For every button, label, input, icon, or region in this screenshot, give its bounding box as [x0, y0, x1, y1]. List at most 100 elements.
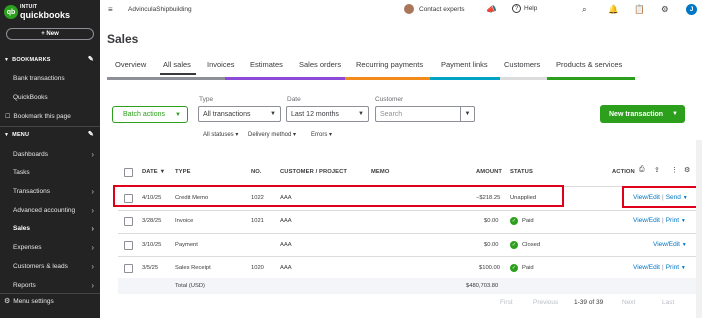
pencil-icon[interactable]: ✎ — [88, 130, 94, 138]
view-edit-link[interactable]: View/Edit — [633, 264, 660, 271]
status-label: Closed — [522, 242, 541, 248]
user-avatar[interactable]: J — [686, 4, 697, 15]
menu-settings-button[interactable]: ⚙ Menu settings — [4, 297, 54, 306]
type-select[interactable]: All transactions ▼ — [198, 106, 281, 122]
all-statuses-filter[interactable]: All statuses ▾ — [203, 131, 238, 138]
help-button[interactable]: ? Help — [512, 4, 537, 13]
column-header-type[interactable]: TYPE — [175, 169, 191, 175]
sidebar-item-customers-leads[interactable]: Customers & leads › — [0, 259, 100, 273]
notifications-icon[interactable]: 🔔 — [608, 4, 619, 15]
tab-recurring-payments[interactable]: Recurring payments — [356, 60, 423, 69]
export-icon[interactable]: ⇪ — [654, 166, 660, 174]
tab-payment-links[interactable]: Payment links — [441, 60, 488, 69]
new-transaction-button[interactable]: New transaction ▼ — [600, 105, 685, 123]
tab-color-bar — [500, 77, 547, 80]
chevron-down-icon[interactable]: ▼ — [681, 218, 686, 224]
bookmark-item[interactable]: Bank transactions — [0, 71, 100, 85]
quickbooks-logo[interactable]: qb INTUIT quickbooks — [4, 4, 70, 20]
sidebar-item-label: Advanced accounting — [13, 206, 76, 214]
row-actions: View/Edit | Print ▼ — [633, 217, 686, 224]
sidebar-item-sales[interactable]: Sales › — [0, 221, 100, 235]
chevron-down-icon[interactable]: ▼ — [681, 265, 686, 271]
row-customer: AAA — [280, 218, 292, 224]
row-status: ✓ Paid — [510, 217, 534, 225]
sidebar-item-dashboards[interactable]: Dashboards › — [0, 147, 100, 161]
batch-actions-button[interactable]: Batch actions ▼ — [112, 106, 188, 123]
chevron-down-icon[interactable]: ▼ — [460, 107, 474, 121]
errors-filter[interactable]: Errors ▾ — [311, 131, 332, 138]
date-select[interactable]: Last 12 months ▼ — [286, 106, 369, 122]
select-all-checkbox[interactable] — [124, 168, 133, 177]
scrollbar[interactable] — [696, 140, 702, 318]
pager-range: 1-39 of 39 — [574, 299, 604, 306]
sidebar-item-advanced-accounting[interactable]: Advanced accounting › — [0, 203, 100, 217]
tab-sales-orders[interactable]: Sales orders — [299, 60, 341, 69]
search-icon[interactable]: ⌕ — [582, 4, 587, 15]
tab-all-sales[interactable]: All sales — [163, 60, 191, 69]
gear-icon: ⚙ — [4, 298, 11, 305]
page-title: Sales — [107, 32, 139, 46]
sidebar-item-reports[interactable]: Reports › — [0, 278, 100, 292]
column-header-status[interactable]: STATUS — [510, 169, 533, 175]
top-bar: ≡ AdvinculaShipbuilding Contact experts … — [100, 0, 702, 20]
tab-color-bar — [430, 77, 500, 80]
pencil-icon[interactable]: ✎ — [88, 55, 94, 63]
tab-customers[interactable]: Customers — [504, 60, 540, 69]
tab-products-services[interactable]: Products & services — [556, 60, 622, 69]
check-circle-icon: ✓ — [510, 217, 518, 225]
column-header-no[interactable]: NO. — [251, 169, 262, 175]
company-name[interactable]: AdvinculaShipbuilding — [128, 6, 192, 13]
row-customer: AAA — [280, 242, 292, 248]
chevron-down-icon: ▼ — [358, 111, 364, 117]
sidebar-item-expenses[interactable]: Expenses › — [0, 240, 100, 254]
bookmark-page-label: Bookmark this page — [13, 112, 71, 120]
sidebar-item-tasks[interactable]: Tasks — [0, 165, 100, 179]
print-link[interactable]: Print — [666, 217, 679, 224]
row-checkbox[interactable] — [124, 241, 133, 250]
menu-toggle-icon[interactable]: ≡ — [108, 5, 113, 14]
sidebar: qb INTUIT quickbooks + New ▼ BOOKMARKS ✎… — [0, 0, 100, 318]
settings-gear-icon[interactable]: ⚙ — [661, 4, 669, 15]
pager-previous[interactable]: Previous — [533, 299, 558, 306]
chevron-right-icon: › — [91, 149, 94, 159]
bookmarks-header[interactable]: ▼ BOOKMARKS ✎ — [0, 53, 100, 67]
view-edit-link[interactable]: View/Edit — [653, 241, 680, 248]
tab-overview[interactable]: Overview — [115, 60, 146, 69]
row-checkbox[interactable] — [124, 217, 133, 226]
new-button[interactable]: + New — [6, 28, 94, 40]
column-header-memo[interactable]: MEMO — [371, 169, 389, 175]
menu-header[interactable]: ▼ MENU ✎ — [0, 128, 100, 142]
contact-experts-label: Contact experts — [419, 5, 465, 13]
megaphone-icon[interactable]: 📣 — [486, 4, 497, 15]
chevron-right-icon: › — [91, 242, 94, 252]
bookmark-item[interactable]: QuickBooks — [0, 90, 100, 104]
row-checkbox[interactable] — [124, 264, 133, 273]
chevron-down-icon: ▾ — [329, 132, 333, 138]
customer-search-input[interactable]: Search ▼ — [375, 106, 475, 122]
pager-first[interactable]: First — [500, 299, 513, 306]
column-header-date[interactable]: DATE ▼ — [142, 169, 165, 175]
sidebar-item-transactions[interactable]: Transactions › — [0, 184, 100, 198]
row-status: ✓ Closed — [510, 241, 540, 249]
print-icon[interactable]: ⎙ — [639, 166, 645, 174]
highlight-box-actions — [622, 186, 698, 208]
print-link[interactable]: Print — [666, 264, 679, 271]
chevron-down-icon[interactable]: ▼ — [682, 242, 687, 248]
contact-experts-button[interactable]: Contact experts — [404, 4, 465, 14]
customer-label: Customer — [375, 96, 404, 103]
table-settings-icon[interactable]: ⚙ — [684, 166, 690, 174]
tasks-clipboard-icon[interactable]: 📋 — [634, 4, 645, 15]
sidebar-item-label: Dashboards — [13, 150, 49, 158]
tab-invoices[interactable]: Invoices — [207, 60, 235, 69]
column-header-customer[interactable]: CUSTOMER / PROJECT — [280, 169, 347, 175]
chevron-right-icon: › — [91, 205, 94, 215]
delivery-method-filter[interactable]: Delivery method ▾ — [248, 131, 296, 138]
more-options-icon[interactable]: ⋮ — [671, 166, 678, 174]
tab-estimates[interactable]: Estimates — [250, 60, 283, 69]
pager-last[interactable]: Last — [662, 299, 674, 306]
view-edit-link[interactable]: View/Edit — [633, 217, 660, 224]
pager-next[interactable]: Next — [622, 299, 635, 306]
sidebar-item-label: Reports — [13, 281, 36, 289]
column-header-amount[interactable]: AMOUNT — [476, 169, 502, 175]
bookmark-this-page[interactable]: ☐ Bookmark this page — [0, 109, 100, 123]
